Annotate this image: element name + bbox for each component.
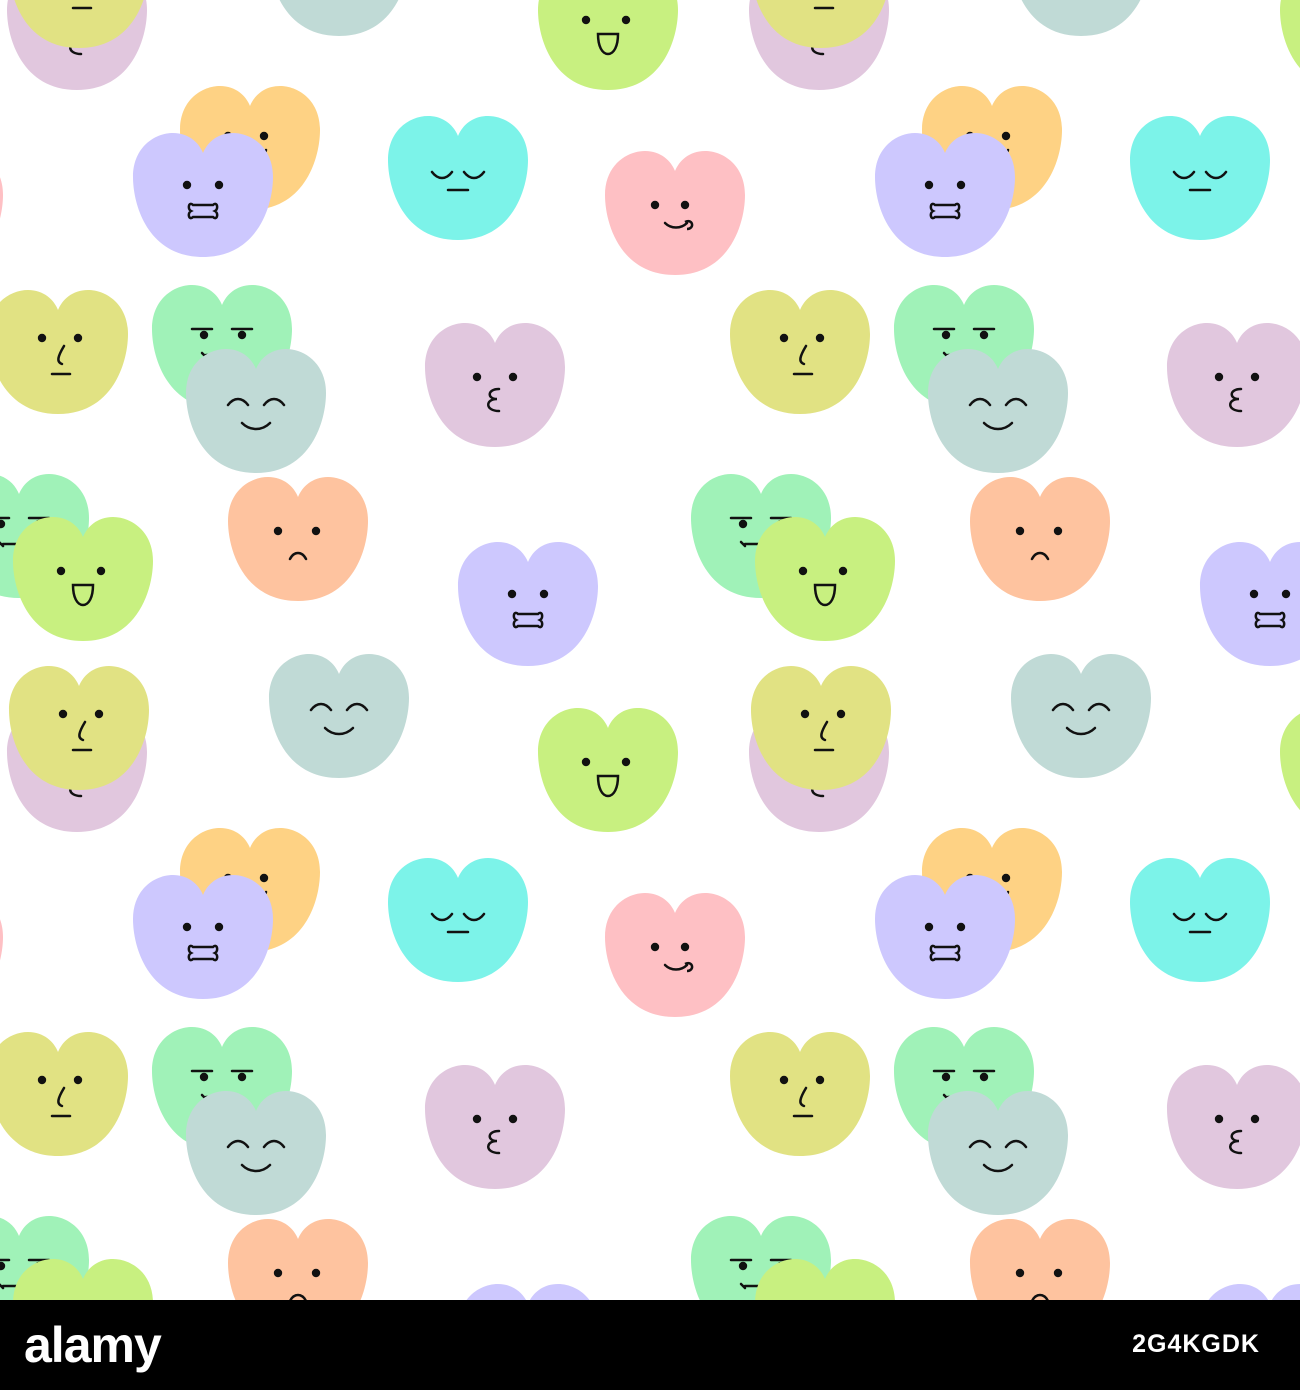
image-id: 2G4KGDK [1132,1330,1260,1358]
heart-kiss-icon [425,323,565,447]
heart-tongue-icon [0,177,3,219]
heart-smirk-icon [730,1032,870,1156]
heart-happy-icon [538,0,678,90]
heart-pattern [0,0,1300,1300]
heart-frown-icon [228,1219,368,1300]
heart-serene-icon [388,858,528,982]
heart-bite-icon [466,1284,590,1300]
heart-smile-icon [1021,0,1141,36]
heart-bite-icon [1200,542,1300,666]
heart-tongue-icon [605,151,745,275]
heart-serene-icon [1130,858,1270,982]
footer-bar: alamy 2G4KGDK [0,1300,1300,1390]
heart-tongue-icon [0,919,3,961]
brand-logo: alamy [24,1317,162,1373]
heart-kiss-icon [1167,323,1300,447]
heart-tongue-icon [605,893,745,1017]
heart-kiss-icon [425,1065,565,1189]
heart-smile-icon [279,0,399,36]
heart-smirk-icon [0,290,128,414]
heart-smile-icon [269,654,409,778]
heart-pattern-svg [0,0,1300,1300]
heart-smirk-icon [730,290,870,414]
heart-smile-icon [1011,654,1151,778]
heart-smirk-icon [0,1032,128,1156]
heart-frown-icon [970,477,1110,601]
heart-happy-icon [1280,713,1300,811]
heart-happy-icon [1280,0,1300,69]
heart-kiss-icon [1167,1065,1300,1189]
heart-frown-icon [970,1219,1110,1300]
heart-bite-icon [1208,1284,1300,1300]
heart-serene-icon [388,116,528,240]
heart-happy-icon [538,708,678,832]
heart-bite-icon [458,542,598,666]
heart-frown-icon [228,477,368,601]
heart-serene-icon [1130,116,1270,240]
